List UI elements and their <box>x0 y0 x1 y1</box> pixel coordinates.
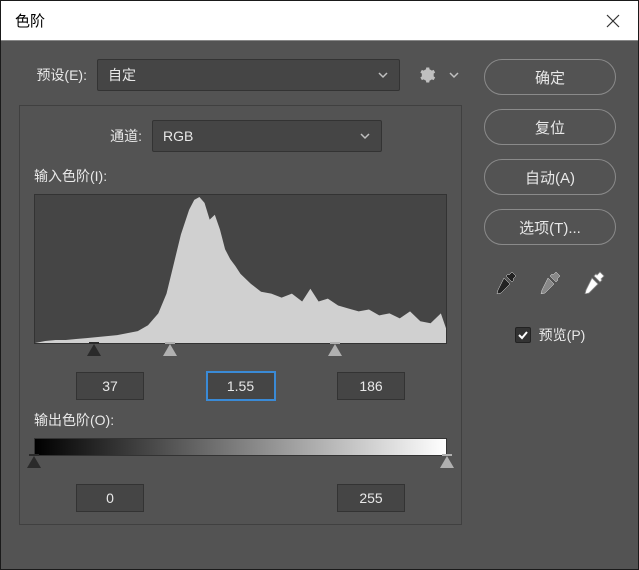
preset-value: 自定 <box>108 65 136 85</box>
eyedropper-white[interactable] <box>577 267 611 297</box>
channel-row: 通道: RGB <box>34 120 447 152</box>
output-white-slider[interactable] <box>440 456 454 468</box>
preview-label: 预览(P) <box>539 325 586 345</box>
titlebar: 色阶 <box>1 1 638 41</box>
left-panel: 预设(E): 自定 通道: RGB 输入色阶(I <box>19 59 462 525</box>
eyedropper-icon <box>494 270 518 294</box>
input-gamma-field[interactable] <box>207 372 275 400</box>
input-white-field[interactable] <box>337 372 405 400</box>
ok-button[interactable]: 确定 <box>484 59 616 95</box>
input-gamma-slider[interactable] <box>163 344 177 356</box>
preset-row: 预设(E): 自定 <box>19 59 462 91</box>
check-icon <box>517 329 529 341</box>
output-slider-track <box>34 456 447 472</box>
close-icon <box>606 14 620 28</box>
eyedropper-gray[interactable] <box>533 267 567 297</box>
input-values-row <box>34 372 447 410</box>
levels-dialog: 色阶 预设(E): 自定 通道: RGB <box>0 0 639 570</box>
input-white-slider[interactable] <box>328 344 342 356</box>
input-black-slider[interactable] <box>87 344 101 356</box>
chevron-down-icon <box>448 69 460 81</box>
output-black-field[interactable] <box>76 484 144 512</box>
gear-icon <box>418 66 436 84</box>
histogram <box>34 194 447 344</box>
input-levels-label: 输入色阶(I): <box>34 166 447 186</box>
histogram-graphic <box>35 195 446 343</box>
eyedropper-black[interactable] <box>489 267 523 297</box>
eyedropper-icon <box>538 270 562 294</box>
preset-menu-button[interactable] <box>414 62 440 88</box>
channel-label: 通道: <box>34 126 142 146</box>
close-button[interactable] <box>588 1 638 41</box>
dialog-content: 预设(E): 自定 通道: RGB 输入色阶(I <box>1 41 638 525</box>
preview-row: 预览(P) <box>515 325 586 345</box>
chevron-down-icon <box>377 69 389 81</box>
right-panel: 确定 复位 自动(A) 选项(T)... 预览(P) <box>480 59 620 525</box>
output-white-field[interactable] <box>337 484 405 512</box>
channel-dropdown[interactable]: RGB <box>152 120 382 152</box>
output-levels-label: 输出色阶(O): <box>34 410 447 430</box>
preview-checkbox[interactable] <box>515 327 531 343</box>
reset-button[interactable]: 复位 <box>484 109 616 145</box>
dialog-title: 色阶 <box>15 10 45 31</box>
input-slider-track <box>34 344 447 360</box>
chevron-down-icon <box>359 130 371 142</box>
eyedropper-group <box>489 267 611 297</box>
input-black-field[interactable] <box>76 372 144 400</box>
preset-dropdown[interactable]: 自定 <box>97 59 400 91</box>
levels-panel: 通道: RGB 输入色阶(I): <box>19 105 462 525</box>
output-gradient <box>34 438 447 456</box>
preset-label: 预设(E): <box>19 65 87 85</box>
eyedropper-icon <box>582 270 606 294</box>
options-button[interactable]: 选项(T)... <box>484 209 616 245</box>
output-values-row <box>34 484 447 522</box>
output-black-slider[interactable] <box>27 456 41 468</box>
channel-value: RGB <box>163 128 193 144</box>
auto-button[interactable]: 自动(A) <box>484 159 616 195</box>
